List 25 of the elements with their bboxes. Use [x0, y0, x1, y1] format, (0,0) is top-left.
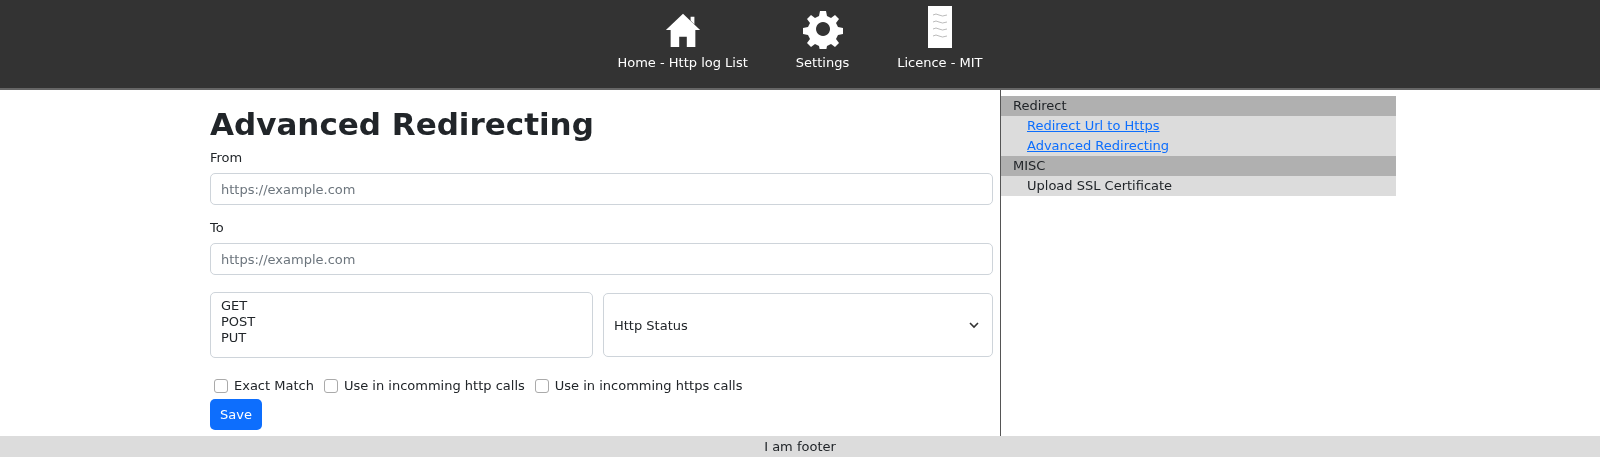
sidebar-heading: MISC — [1001, 156, 1396, 176]
checkbox-label: Use in incomming http calls — [343, 378, 525, 393]
checkbox-label: Exact Match — [234, 378, 314, 393]
nav-link[interactable]: Settings — [795, 9, 850, 70]
nav-link[interactable]: Home - Http log List — [617, 11, 748, 70]
checkbox[interactable] — [323, 378, 338, 393]
status-dropdown[interactable]: Http Status — [603, 293, 993, 357]
checkbox[interactable] — [534, 378, 549, 393]
document-icon — [926, 5, 953, 49]
field-label: To — [210, 220, 225, 235]
method-listbox[interactable]: GET POST PUT — [210, 292, 593, 358]
sidebar-text[interactable]: Upload SSL Certificate — [1027, 178, 1173, 193]
house-icon — [663, 11, 702, 49]
checkbox[interactable] — [214, 378, 228, 393]
nav-link[interactable]: Licence - MIT — [897, 5, 983, 70]
checkbox-label: Use in incomming https calls — [554, 378, 743, 393]
save-button[interactable]: Save — [210, 399, 262, 430]
footer-text: I am footer — [0, 436, 1600, 457]
chevron-down-icon — [968, 319, 980, 331]
input-field[interactable]: https://example.com — [210, 173, 993, 205]
input-field[interactable]: https://example.com — [210, 243, 993, 275]
page-title: Advanced Redirecting — [210, 106, 595, 142]
sidebar-heading: Redirect — [1001, 96, 1396, 116]
settings-icon — [802, 9, 843, 49]
field-label: From — [210, 150, 244, 165]
